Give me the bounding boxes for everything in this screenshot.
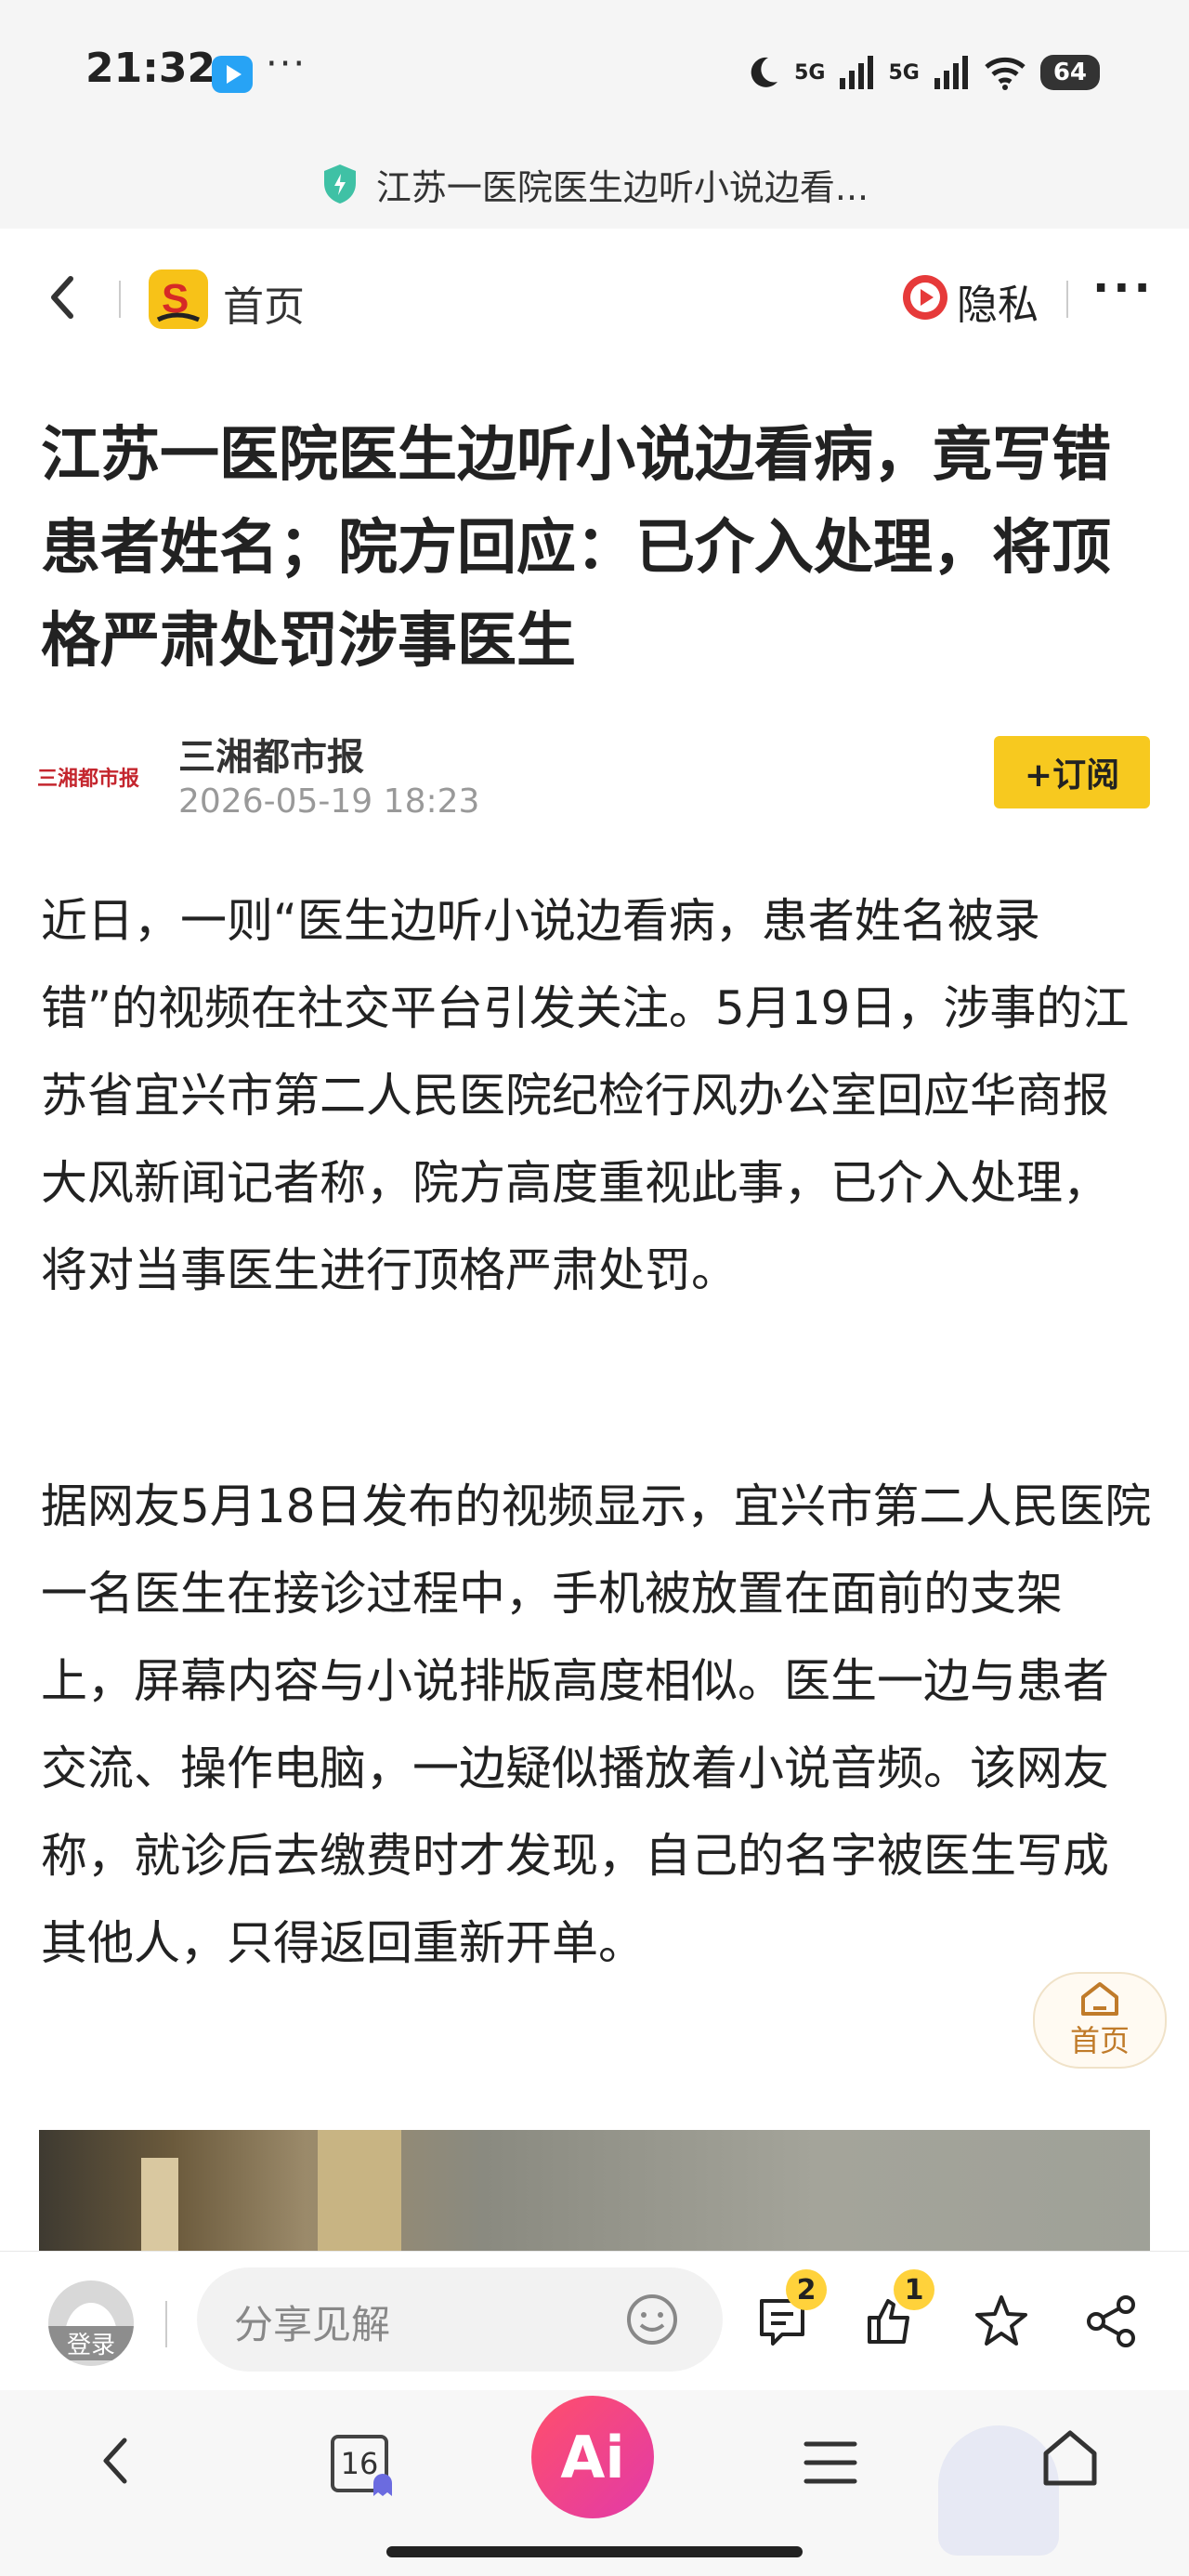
share-icon[interactable]	[1081, 2292, 1141, 2351]
home-indicator[interactable]	[386, 2546, 803, 2557]
moon-icon	[751, 57, 778, 87]
article-paragraph: 近日，一则“医生边听小说边看病，患者姓名被录错”的视频在社交平台引发关注。5月1…	[41, 894, 1130, 1297]
menu-icon[interactable]	[801, 2435, 860, 2491]
signal-icon	[840, 56, 874, 89]
more-menu-icon[interactable]: ···	[1092, 262, 1155, 314]
url-title: 江苏一医院医生边听小说边看...	[375, 166, 869, 208]
status-time: 21:32	[85, 45, 216, 92]
home-icon	[1081, 1982, 1118, 2016]
app-notification-icon	[212, 56, 253, 93]
float-home-button[interactable]: 首页	[1033, 1972, 1167, 2069]
avatar[interactable]: 登录	[48, 2280, 134, 2366]
star-icon[interactable]	[972, 2292, 1031, 2351]
wifi-icon	[985, 57, 1026, 90]
nav-divider	[119, 281, 121, 318]
comment-count-badge: 2	[786, 2269, 827, 2310]
share-placeholder: 分享见解	[234, 2302, 391, 2347]
publish-date: 2026-05-19 18:23	[178, 782, 480, 821]
author-name[interactable]: 三湘都市报	[178, 727, 364, 781]
signal-icon	[934, 56, 968, 89]
status-indicators: 5G 5G 64	[744, 46, 1100, 99]
privacy-play-icon[interactable]	[901, 273, 949, 322]
comment-divider	[165, 2301, 167, 2347]
nav-home-link[interactable]: 首页	[223, 273, 305, 333]
article-title: 江苏一医院医生边听小说边看病，竟写错患者姓名；院方回应：已介入处理，将顶格严肃处…	[41, 421, 1111, 676]
shield-icon	[323, 164, 356, 204]
home-icon[interactable]	[1040, 2427, 1100, 2491]
emoji-icon[interactable]	[624, 2292, 680, 2347]
privacy-button[interactable]: 隐私	[957, 271, 1039, 331]
status-more-icon: ···	[266, 43, 307, 85]
signal-label-1: 5G	[794, 60, 826, 85]
article-image[interactable]	[39, 2130, 1150, 2251]
battery-indicator: 64	[1039, 55, 1100, 90]
ghost-badge-icon	[373, 2474, 392, 2496]
float-home-label: 首页	[1069, 2023, 1130, 2058]
article-paragraph: 据网友5月18日发布的视频显示，宜兴市第二人民医院一名医生在接诊过程中，手机被放…	[41, 1479, 1152, 1970]
nav-divider	[1066, 281, 1068, 318]
source-logo[interactable]: 三湘都市报	[37, 762, 139, 791]
back-icon[interactable]	[39, 269, 85, 325]
like-count-badge: 1	[894, 2269, 934, 2310]
app-logo-icon[interactable]: S	[149, 269, 208, 329]
subscribe-button[interactable]: +订阅	[994, 736, 1150, 808]
url-bar[interactable]: 江苏一医院医生边听小说边看...	[0, 139, 1189, 229]
browser-back-icon[interactable]	[91, 2431, 143, 2491]
ai-assistant-button[interactable]: Ai	[531, 2396, 654, 2518]
signal-label-2: 5G	[888, 60, 920, 85]
login-label: 登录	[48, 2326, 134, 2360]
